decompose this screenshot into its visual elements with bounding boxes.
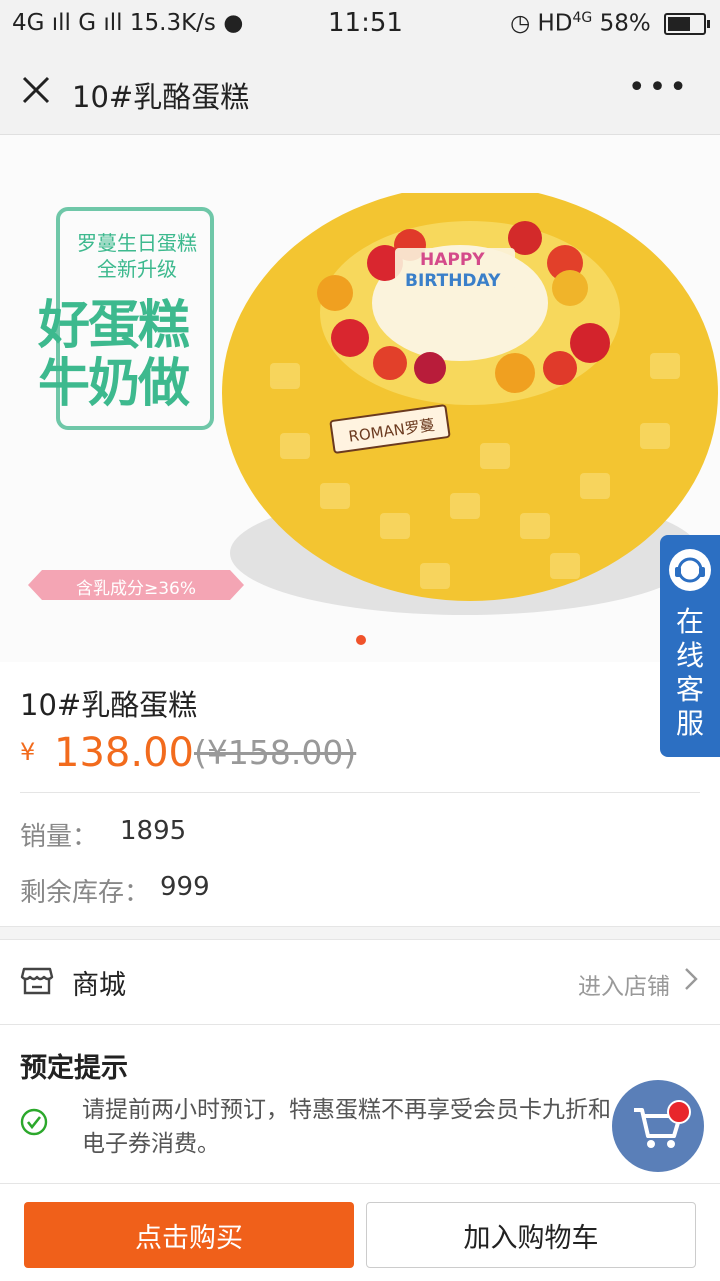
cart-badge <box>667 1100 691 1124</box>
stock-label: 剩余库存： <box>20 878 151 908</box>
battery-percent: 58% <box>599 10 651 37</box>
network-speed: 15.3K/s <box>129 10 216 36</box>
cake-image: HAPPY BIRTHDAY ROMAN罗蔓 <box>222 193 718 615</box>
svg-text:HAPPY: HAPPY <box>420 250 485 270</box>
network-indicator: 4G <box>12 10 45 36</box>
more-icon[interactable]: ••• <box>628 70 690 105</box>
close-icon[interactable] <box>18 72 54 108</box>
shopping-cart-icon <box>634 1108 682 1148</box>
message-icon: ● <box>223 10 244 36</box>
svg-text:BIRTHDAY: BIRTHDAY <box>405 271 501 291</box>
page-title: 10#乳酪蛋糕 <box>72 80 250 114</box>
signal-icon-2: ıll <box>103 10 123 36</box>
carousel-dot-active[interactable] <box>356 635 366 645</box>
ribbon-text: 含乳成分≥36% <box>75 579 197 599</box>
stock-value: 999 <box>160 872 210 902</box>
divider <box>0 1024 720 1025</box>
status-left: 4G ıll G ıll 15.3K/s ● <box>12 10 243 36</box>
booking-tips-title: 预定提示 <box>20 1053 128 1084</box>
store-icon <box>20 967 54 995</box>
hd-indicator: HD <box>537 10 573 37</box>
signal-icon: ıll <box>51 10 71 36</box>
status-time: 11:51 <box>328 8 403 38</box>
nav-bar: 10#乳酪蛋糕 ••• <box>0 50 720 135</box>
booking-tips-text: 请提前两小时预订，特惠蛋糕不再享受会员卡九折和电子券消费。 <box>82 1097 611 1157</box>
network-indicator-2: G <box>78 10 97 36</box>
status-bar: 4G ıll G ıll 15.3K/s ● 11:51 ◷ HD4G 58% <box>0 0 720 50</box>
network-indicator-right: 4G <box>572 10 593 26</box>
promo-subtitle-1: 罗蔓生日蛋糕 <box>77 231 197 255</box>
product-title: 10#乳酪蛋糕 <box>20 688 198 722</box>
bottom-action-bar: 点击购买 加入购物车 <box>0 1183 720 1281</box>
shop-name: 商城 <box>72 970 126 1001</box>
original-price: (¥158.00) <box>194 733 357 772</box>
battery-icon <box>664 13 710 36</box>
promo-subtitle-2: 全新升级 <box>97 257 177 281</box>
status-right: ◷ HD4G 58% <box>510 10 710 37</box>
milk-content-ribbon: 含乳成分≥36% <box>28 570 244 600</box>
enter-shop-link[interactable]: 进入店铺 <box>578 967 670 1001</box>
section-gap <box>0 926 720 940</box>
chevron-right-icon <box>685 968 698 990</box>
price-currency: ¥ <box>20 738 36 766</box>
sales-label: 销量： <box>20 822 99 852</box>
promo-headline-2: 牛奶做 <box>38 354 190 414</box>
buy-now-button[interactable]: 点击购买 <box>24 1202 354 1268</box>
product-price: 138.00 <box>54 730 194 776</box>
online-service-button[interactable]: 在线客服 <box>660 535 720 757</box>
add-to-cart-button[interactable]: 加入购物车 <box>366 1202 696 1268</box>
sales-value: 1895 <box>120 816 187 846</box>
alarm-icon: ◷ <box>510 10 531 37</box>
shop-row[interactable]: 商城 进入店铺 <box>0 939 720 1024</box>
check-circle-icon <box>20 1108 48 1136</box>
divider <box>20 792 700 793</box>
product-image-carousel[interactable]: 罗蔓生日蛋糕 全新升级 好蛋糕 牛奶做 HAPPY BIRTHDAY ROMAN… <box>0 135 720 662</box>
online-service-label: 在线客服 <box>675 605 704 740</box>
floating-cart-button[interactable] <box>612 1080 704 1172</box>
customer-service-icon <box>669 549 711 591</box>
